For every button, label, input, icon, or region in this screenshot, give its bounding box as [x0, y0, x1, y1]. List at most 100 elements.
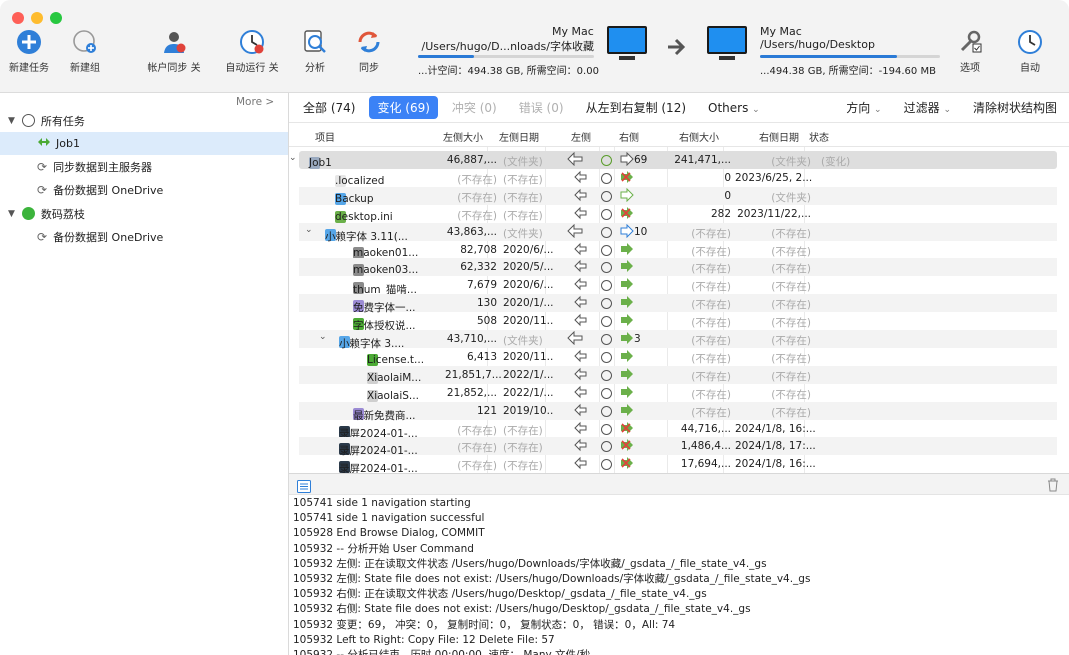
col-right[interactable]: 右侧 [619, 129, 639, 144]
sync-button[interactable]: 同步 [352, 28, 386, 74]
table-row[interactable]: 录屏2024-01-... (不存在) (不存在) 44,716,... 2024/1/… [299, 420, 1057, 440]
tab-copy-left-right[interactable]: 从左到右复制 (12) [578, 96, 694, 119]
left-action-icon[interactable] [573, 295, 589, 312]
table-row[interactable]: maoken03... 62,332 2020/5/... (不存在) (不存在) [299, 258, 1057, 277]
left-location-path[interactable]: /Users/hugo/D...nloads/字体收藏 [418, 38, 594, 54]
right-action-icon[interactable] [619, 438, 635, 455]
left-action-icon[interactable] [573, 242, 589, 259]
right-action-icon[interactable] [619, 385, 635, 402]
table-row[interactable]: XiaolaiS... 21,852,... 2022/1/... (不存在) (不存在… [299, 384, 1057, 402]
left-action-icon[interactable] [573, 367, 589, 384]
left-action-icon[interactable] [573, 403, 589, 420]
table-row[interactable]: Backup (不存在) (不存在) 0 (文件夹) [299, 186, 1057, 205]
left-action-icon[interactable] [573, 438, 589, 455]
sidebar-item-sync-main-server[interactable]: ⟳ 同步数据到主服务器 [0, 155, 288, 178]
tab-changes[interactable]: 变化 (69) [369, 96, 438, 119]
right-action-icon[interactable] [619, 277, 635, 294]
left-action-icon[interactable] [573, 206, 589, 223]
table-row[interactable]: thum_猫啃... 7,679 2020/6/... (不存在) (不存在) [299, 276, 1057, 296]
left-action-icon[interactable] [567, 330, 583, 348]
right-action-icon[interactable] [619, 456, 635, 473]
col-right-date[interactable]: 右侧日期 [759, 129, 799, 144]
more-link[interactable]: More > [236, 96, 274, 108]
trash-icon[interactable] [1047, 477, 1059, 496]
clear-tree-button[interactable]: 清除树状结构图 [965, 96, 1065, 119]
minimize-button[interactable] [31, 12, 43, 24]
tab-errors[interactable]: 错误 (0) [511, 96, 572, 119]
left-action-icon[interactable] [573, 456, 589, 473]
left-action-icon[interactable] [573, 170, 589, 187]
left-monitor-icon[interactable] [607, 26, 647, 62]
table-row[interactable]: 免费字体一... 130 2020/1/... (不存在) (不存在) [299, 294, 1057, 314]
table-row[interactable]: ⌄ Job1 46,887,... (文件夹) 69 241,471,... (文件夹) (变… [289, 151, 1057, 169]
right-action-icon[interactable] [619, 170, 635, 187]
auto-run-button[interactable]: 自动运行 关 [224, 28, 280, 74]
disclosure-triangle-icon[interactable]: ⌄ [305, 225, 313, 235]
left-action-icon[interactable] [573, 421, 589, 438]
sidebar-item-backup-onedrive-2[interactable]: ⟳ 备份数据到 OneDrive [0, 225, 288, 248]
left-action-icon[interactable] [573, 188, 589, 205]
col-left-date[interactable]: 左侧日期 [499, 129, 539, 144]
tab-conflicts[interactable]: 冲突 (0) [444, 96, 505, 119]
new-group-button[interactable]: 新建组 [62, 28, 108, 74]
sidebar-item-job1[interactable]: Job1 [0, 132, 288, 155]
left-action-icon[interactable] [567, 223, 583, 241]
col-left[interactable]: 左侧 [571, 129, 591, 144]
zoom-button[interactable] [50, 12, 62, 24]
table-row[interactable]: License.t... 6,413 2020/11... (不存在) (不存在) [299, 348, 1057, 366]
right-action-icon[interactable] [619, 313, 635, 330]
tab-all[interactable]: 全部 (74) [295, 96, 363, 119]
table-row[interactable]: 录屏2024-01-... (不存在) (不存在) 17,694,... 2024/1/… [299, 455, 1057, 473]
disclosure-triangle-icon[interactable]: ⌄ [289, 153, 297, 163]
direction-menu[interactable]: 方向 ⌄ [838, 96, 889, 119]
col-item[interactable]: 项目 [315, 129, 335, 144]
right-action-icon[interactable] [619, 223, 635, 241]
right-action-icon[interactable] [619, 242, 635, 259]
right-action-icon[interactable] [619, 367, 635, 384]
right-action-icon[interactable] [619, 349, 635, 366]
left-action-icon[interactable] [567, 151, 583, 169]
options-button[interactable]: 选项 [954, 28, 986, 74]
tab-others[interactable]: Others ⌄ [700, 98, 768, 118]
close-button[interactable] [12, 12, 24, 24]
left-action-icon[interactable] [573, 349, 589, 366]
table-row[interactable]: XiaolaiM... 21,851,7... 2022/1/... (不存在) (不存… [299, 365, 1057, 384]
disclosure-triangle-icon[interactable]: ▼ [8, 209, 15, 219]
table-row[interactable]: desktop.ini (不存在) (不存在) 282 2023/11/22,... [299, 205, 1057, 223]
col-right-size[interactable]: 右侧大小 [679, 129, 719, 144]
group-digital-lychee[interactable]: ▼ 数码荔枝 [0, 202, 288, 225]
auto-button[interactable]: 自动 [1014, 28, 1046, 74]
disclosure-triangle-icon[interactable]: ⌄ [319, 332, 327, 342]
new-task-button[interactable]: 新建任务 [6, 28, 52, 74]
left-action-icon[interactable] [573, 277, 589, 294]
right-location-path[interactable]: /Users/hugo/Desktop [760, 38, 875, 51]
right-action-icon[interactable] [619, 403, 635, 420]
right-action-icon[interactable] [619, 295, 635, 312]
right-monitor-icon[interactable] [707, 26, 747, 62]
table-row[interactable]: .localized (不存在) (不存在) 0 2023/6/25, 2... [299, 169, 1057, 187]
right-action-icon[interactable] [619, 421, 635, 438]
right-action-icon[interactable] [619, 259, 635, 276]
account-sync-button[interactable]: 帐户同步 关 [146, 28, 202, 74]
disclosure-triangle-icon[interactable]: ▼ [8, 116, 15, 126]
left-action-icon[interactable] [573, 259, 589, 276]
filter-menu[interactable]: 过滤器 ⌄ [896, 96, 959, 119]
right-action-icon[interactable] [619, 187, 635, 205]
col-status[interactable]: 状态 [809, 129, 829, 144]
sidebar-item-backup-onedrive[interactable]: ⟳ 备份数据到 OneDrive [0, 178, 288, 201]
right-action-icon[interactable] [619, 151, 635, 169]
col-left-size[interactable]: 左侧大小 [443, 129, 483, 144]
table-row[interactable]: 最新免费商... 121 2019/10... (不存在) (不存在) [299, 401, 1057, 422]
table-row[interactable]: ⌄ 小赖字体 3.... 43,710,... (文件夹) 3 (不存在) (不存在) [299, 330, 1057, 350]
table-row[interactable]: 字体授权说... 508 2020/11... (不存在) (不存在) [299, 312, 1057, 332]
left-action-icon[interactable] [573, 313, 589, 330]
table-row[interactable]: maoken01... 82,708 2020/6/... (不存在) (不存在) [299, 241, 1057, 259]
table-row[interactable]: ⌄ 小赖字体 3.11(... 43,863,... (文件夹) 10 (不存在) (不存在… [299, 222, 1057, 243]
log-list-icon[interactable] [297, 478, 311, 497]
right-action-icon[interactable] [619, 206, 635, 223]
analyze-button[interactable]: 分析 [298, 28, 332, 74]
right-action-icon[interactable] [619, 331, 635, 348]
table-row[interactable]: 录屏2024-01-... (不存在) (不存在) 1,486,4... 2024/1/… [299, 437, 1057, 457]
group-all-tasks[interactable]: ▼ 所有任务 [0, 109, 288, 132]
left-action-icon[interactable] [573, 385, 589, 402]
